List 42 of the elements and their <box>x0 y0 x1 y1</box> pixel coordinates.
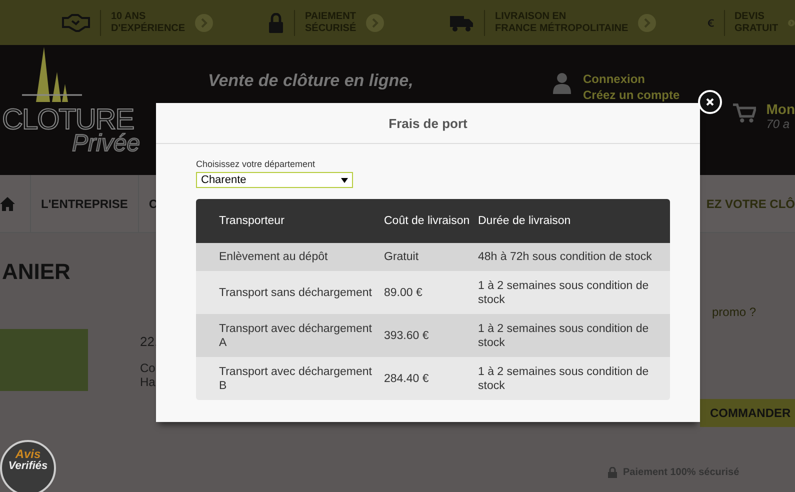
lock-icon <box>608 467 617 478</box>
reviews-badge[interactable]: Avis Verifiés <box>0 440 56 492</box>
table-cell-text: Gratuit <box>384 250 420 264</box>
column-header: Coût de livraison <box>384 214 471 228</box>
table-cell-text: 48h à 72h sous condition de stock <box>478 250 653 264</box>
column-header: Transporteur <box>218 214 286 228</box>
home-icon <box>0 196 15 211</box>
caret-icon <box>341 178 348 182</box>
nav-item[interactable]: EZ VOTRE CLÔ <box>696 175 795 232</box>
login-link[interactable]: Connexion <box>583 72 680 86</box>
cart-icon[interactable] <box>733 101 756 125</box>
user-icon <box>553 72 571 94</box>
truck-icon <box>450 14 474 32</box>
table-cell-text: 1 à 2 semaines sous condition de stock <box>478 278 650 306</box>
column-header: Durée de livraison <box>478 214 572 228</box>
cart-count: 70 a <box>766 117 791 131</box>
table-cell-text: Transport avec déchargement A <box>218 322 373 350</box>
arrow-circle-icon[interactable] <box>195 14 214 32</box>
table-cell-text: 1 à 2 semaines sous condition de stock <box>478 322 650 350</box>
table-cell-text: Transport sans déchargement <box>218 286 373 300</box>
table-cell-text: 284.40 € <box>384 372 430 386</box>
page-title: ANIER <box>2 259 72 285</box>
department-select[interactable]: Charente <box>196 172 353 188</box>
table-cell-text: 393.60 € <box>384 328 430 342</box>
modal-title: Frais de port <box>156 103 700 144</box>
promo-link[interactable]: promo ? <box>712 305 756 319</box>
table-cell-text: Transport avec déchargement B <box>218 364 373 392</box>
arrow-circle-icon[interactable] <box>366 14 384 32</box>
table-cell-text: 89.00 € <box>384 286 424 300</box>
arrow-circle-icon[interactable] <box>638 14 656 32</box>
home-tab[interactable] <box>0 175 31 232</box>
close-icon <box>706 98 714 106</box>
lock-icon <box>268 12 284 32</box>
cart-title[interactable]: Mon <box>766 101 795 117</box>
nav-item[interactable]: L'ENTREPRISE <box>31 175 139 232</box>
order-button[interactable]: COMMANDER <box>700 399 795 427</box>
register-link[interactable]: Créez un compte <box>583 88 680 102</box>
product-details: Co Ha <box>140 361 156 389</box>
table-cell-text: 1 à 2 semaines sous condition de stock <box>478 364 650 392</box>
table-cell-text: Enlèvement au dépôt <box>218 250 329 264</box>
department-label: Choisissez votre département <box>196 159 316 169</box>
tagline: Vente de clôture en ligne, <box>208 71 414 91</box>
